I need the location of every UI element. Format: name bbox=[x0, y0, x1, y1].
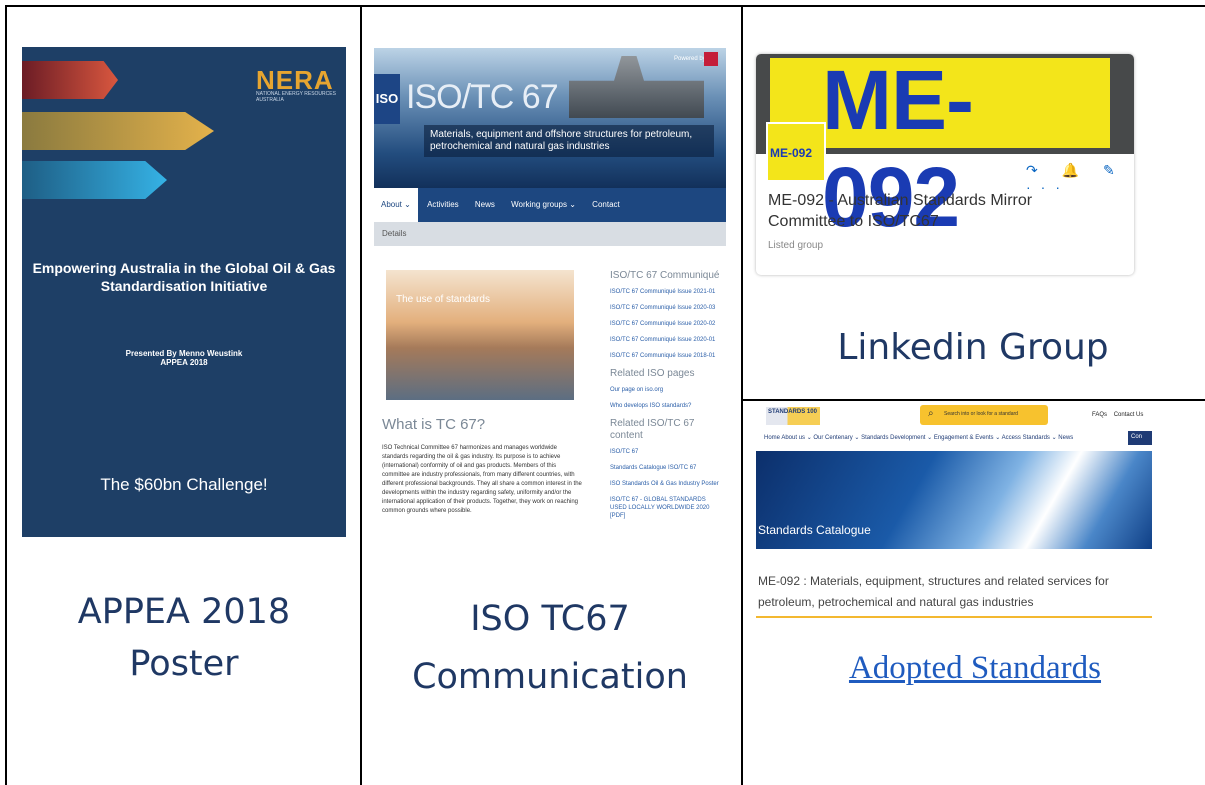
gold-arrow-graphic bbox=[22, 112, 214, 150]
related-pages-heading: Related ISO pages bbox=[610, 368, 695, 379]
iso-sidebar: ISO/TC 67 Communiqué ISO/TC 67 Communiqu… bbox=[610, 270, 722, 528]
group-logo: ME-092 bbox=[766, 122, 826, 182]
listed-group-label: Listed group bbox=[768, 240, 824, 251]
iso-nav-activities[interactable]: Activities bbox=[420, 188, 466, 209]
standards-nav[interactable]: Home About us ⌄ Our Centenary ⌄ Standard… bbox=[764, 434, 1152, 441]
iso-small-logo-icon bbox=[704, 52, 718, 66]
accent-divider bbox=[756, 616, 1152, 618]
column-divider-1 bbox=[360, 5, 362, 785]
communique-link[interactable]: ISO/TC 67 Communiqué Issue 2020-03 bbox=[610, 304, 722, 312]
page: { "poster": { "nera_logo": "NERA", "nera… bbox=[0, 0, 1205, 785]
powered-by: Powered by bbox=[674, 56, 706, 62]
column-divider-2 bbox=[741, 5, 743, 785]
red-arrow-graphic bbox=[22, 61, 118, 99]
related-content-heading: Related ISO/TC 67 content bbox=[610, 418, 695, 441]
iso-description: Materials, equipment and offshore struct… bbox=[424, 125, 714, 157]
communique-link[interactable]: ISO/TC 67 Communiqué Issue 2020-02 bbox=[610, 320, 722, 328]
committee-description: ME-092 : Materials, equipment, structure… bbox=[758, 574, 1109, 609]
iso-hero-banner bbox=[374, 48, 726, 188]
search-bar[interactable]: ⌕ Search into or look for a standard bbox=[920, 405, 1048, 425]
related-link[interactable]: Who develops ISO standards? bbox=[610, 402, 722, 410]
contact-link[interactable]: Contact Us bbox=[1114, 412, 1144, 418]
what-is-heading: What is TC 67? bbox=[382, 416, 486, 433]
content-link[interactable]: ISO/TC 67 - GLOBAL STANDARDS USED LOCALL… bbox=[610, 496, 722, 520]
poster-challenge: The $60bn Challenge! bbox=[100, 475, 268, 494]
content-link[interactable]: ISO Standards Oil & Gas Industry Poster bbox=[610, 480, 722, 488]
communique-link[interactable]: ISO/TC 67 Communiqué Issue 2020-01 bbox=[610, 336, 722, 344]
iso-subnav-details[interactable]: Details bbox=[374, 222, 726, 246]
faqs-link[interactable]: FAQs bbox=[1092, 412, 1107, 418]
linkedin-group-card[interactable]: ME-092 ME-092 ↷ 🔔 ✎ ··· ME-092 - Austral… bbox=[756, 54, 1134, 275]
appea-poster-image[interactable]: NERA NATIONAL ENERGY RESOURCES AUSTRALIA… bbox=[22, 47, 346, 537]
search-icon: ⌕ bbox=[928, 408, 934, 419]
linkedin-caption: Linkedin Group bbox=[837, 327, 1109, 368]
nera-subtitle: NATIONAL ENERGY RESOURCES AUSTRALIA bbox=[256, 91, 336, 103]
iso-nav-contact[interactable]: Contact bbox=[585, 188, 627, 209]
iso-title: ISO/TC 67 bbox=[406, 78, 559, 116]
poster-caption: APPEA 2018 Poster bbox=[77, 592, 291, 684]
iso-logo: ISO bbox=[374, 74, 400, 124]
poster-presenter: Presented By Menno Weustink APPEA 2018 bbox=[125, 349, 243, 367]
iso-nav-about[interactable]: About ⌄ bbox=[374, 188, 418, 222]
what-is-body: ISO Technical Committee 67 harmonizes an… bbox=[382, 445, 582, 514]
related-link[interactable]: Our page on iso.org bbox=[610, 386, 722, 394]
search-placeholder: Search into or look for a standard bbox=[944, 411, 1018, 417]
communique-link[interactable]: ISO/TC 67 Communiqué Issue 2018-01 bbox=[610, 352, 722, 360]
iso-caption: ISO TC67 Communication bbox=[412, 599, 688, 697]
adopted-standards-link[interactable]: Adopted Standards bbox=[745, 650, 1205, 687]
image-caption: The use of standards bbox=[396, 294, 490, 305]
content-link[interactable]: Standards Catalogue ISO/TC 67 bbox=[610, 464, 722, 472]
iso-nav-working-groups[interactable]: Working groups ⌄ bbox=[504, 188, 583, 209]
content-link[interactable]: ISO/TC 67 bbox=[610, 448, 722, 456]
connect-button[interactable]: Con bbox=[1128, 431, 1152, 445]
poster-title: Empowering Australia in the Global Oil &… bbox=[32, 260, 336, 294]
table-left-border bbox=[5, 5, 7, 785]
standards-tanker-image: The use of standards bbox=[386, 270, 574, 400]
table-top-border bbox=[5, 5, 1205, 7]
iso-nav: About ⌄ Activities News Working groups ⌄… bbox=[374, 188, 726, 222]
top-links: FAQs Contact Us bbox=[1092, 412, 1143, 418]
hero-title: Standards Catalogue bbox=[758, 523, 871, 537]
iso-nav-news[interactable]: News bbox=[468, 188, 502, 209]
standards-catalogue-image[interactable]: STANDARDS 100 ⌕ Search into or look for … bbox=[756, 401, 1152, 619]
communique-link[interactable]: ISO/TC 67 Communiqué Issue 2021-01 bbox=[610, 288, 722, 296]
iso-tc67-page-image[interactable]: ISO ISO/TC 67 Powered by Materials, equi… bbox=[374, 48, 726, 568]
group-name: ME-092 - Australian Standards Mirror Com… bbox=[768, 192, 1033, 230]
blue-arrow-graphic bbox=[22, 161, 167, 199]
communique-heading: ISO/TC 67 Communiqué bbox=[610, 270, 720, 281]
